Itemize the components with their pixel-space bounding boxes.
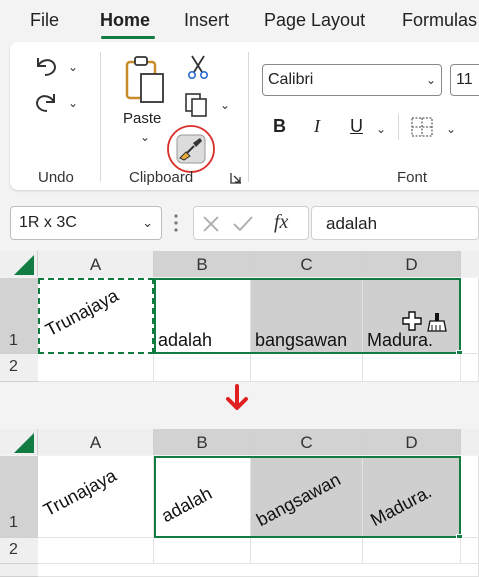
cell-a1-text: Trunajaya [40,465,120,521]
underline-button[interactable]: U [350,116,363,137]
column-header-d[interactable]: D [363,429,461,455]
row-header-1[interactable]: 1 [0,456,38,538]
cell-c1[interactable]: bangsawan [251,278,363,354]
formula-input[interactable]: adalah [311,206,479,240]
tab-formulas[interactable]: Formulas [402,10,477,31]
column-header-b[interactable]: B [154,251,251,277]
cell-b2[interactable] [154,538,251,564]
group-label-clipboard: Clipboard [129,169,194,186]
group-label-font: Font [397,169,428,186]
group-divider [248,52,249,182]
cell-d2[interactable] [363,538,461,564]
cell-d2[interactable] [363,354,461,382]
font-name-select[interactable]: Calibri ⌄ [262,64,442,96]
cell-e2[interactable] [461,538,479,564]
tab-page-layout[interactable]: Page Layout [264,10,365,31]
copy-dropdown-icon[interactable]: ⌄ [220,98,230,112]
column-header-a[interactable]: A [38,429,154,455]
font-name-value: Calibri [268,71,314,88]
cell-c2[interactable] [251,538,363,564]
row-3-cells[interactable] [38,564,479,577]
cell-e2[interactable] [461,354,479,382]
cell-a2[interactable] [38,354,154,382]
row-header-2[interactable]: 2 [0,354,38,382]
row-header-3[interactable] [0,564,38,577]
name-box[interactable]: 1R x 3C ⌄ [10,206,162,240]
group-label-undo: Undo [38,169,74,186]
chevron-down-icon[interactable]: ⌄ [426,73,436,87]
tab-file[interactable]: File [30,10,59,31]
cell-b1-text: adalah [158,330,213,350]
undo-dropdown-icon[interactable]: ⌄ [68,60,78,74]
tab-home[interactable]: Home [100,10,150,31]
cell-a2[interactable] [38,538,154,564]
cell-d1[interactable]: Madura. [363,456,461,538]
cell-c1-text: bangsawan [255,330,348,350]
cancel-icon[interactable] [202,215,220,233]
column-header-c[interactable]: C [251,429,363,455]
enter-check-icon[interactable] [232,215,254,233]
underline-dropdown-icon[interactable]: ⌄ [376,122,386,136]
column-header-e[interactable] [461,251,479,277]
cell-b2[interactable] [154,354,251,382]
insert-function-button[interactable]: fx [274,211,288,234]
active-tab-indicator [101,36,155,39]
paste-dropdown-icon[interactable]: ⌄ [140,130,150,144]
row-header-2[interactable]: 2 [0,538,38,564]
cell-c1-text: bangsawan [253,469,344,531]
tab-insert[interactable]: Insert [184,10,229,31]
clipboard-launcher-icon[interactable] [230,172,242,184]
name-box-value: 1R x 3C [19,214,77,231]
undo-icon[interactable] [32,52,60,78]
column-header-a[interactable]: A [38,251,154,277]
cell-b1[interactable]: adalah [154,456,251,538]
cell-d1-text: Madura. [367,481,435,531]
select-all-corner[interactable] [0,429,38,455]
sheet-after: A B C D 1 2 Trunajaya adalah bangsawan M… [0,429,479,577]
cell-a1[interactable]: Trunajaya [38,278,154,354]
cell-c2[interactable] [251,354,363,382]
redo-dropdown-icon[interactable]: ⌄ [68,96,78,110]
sheet-before: A B C D 1 2 Trunajaya adalah bangsawan M… [0,251,479,383]
cell-c1[interactable]: bangsawan [251,456,363,538]
column-header-b[interactable]: B [154,429,251,455]
cell-e1[interactable] [461,456,479,538]
formula-value: adalah [326,214,378,233]
paste-button-label[interactable]: Paste [123,110,161,127]
name-box-dropdown-icon[interactable]: ⌄ [142,215,153,231]
more-options-icon[interactable] [172,211,180,235]
column-header-e[interactable] [461,429,479,455]
borders-dropdown-icon[interactable]: ⌄ [446,122,456,136]
divider [398,114,399,140]
format-painter-cursor-icon [402,311,447,332]
row-header-1[interactable]: 1 [0,278,38,354]
column-header-c[interactable]: C [251,251,363,277]
group-divider [100,52,101,182]
cell-b1-text: adalah [158,483,216,527]
down-arrow-icon [226,384,248,410]
formula-controls: fx [193,206,309,240]
redo-icon[interactable] [32,88,60,114]
copy-icon[interactable] [184,92,210,118]
cell-b1[interactable]: adalah [154,278,251,354]
italic-button[interactable]: I [314,116,320,137]
cut-icon[interactable] [187,54,209,80]
font-size-select[interactable]: 11 [450,64,479,96]
ribbon: ⌄ ⌄ Undo Paste ⌄ ⌄ Clipboard Calibri ⌄ 1… [10,42,479,190]
cell-a1-text: Trunajaya [42,285,122,341]
font-size-value: 11 [456,71,473,88]
borders-icon[interactable] [410,116,434,138]
cell-a1[interactable]: Trunajaya [38,456,154,538]
paste-icon[interactable] [125,54,167,104]
bold-button[interactable]: B [273,116,286,137]
ribbon-tabs: File Home Insert Page Layout Formulas [0,0,479,42]
cell-e1[interactable] [461,278,479,354]
column-header-d[interactable]: D [363,251,461,277]
select-all-corner[interactable] [0,251,38,277]
